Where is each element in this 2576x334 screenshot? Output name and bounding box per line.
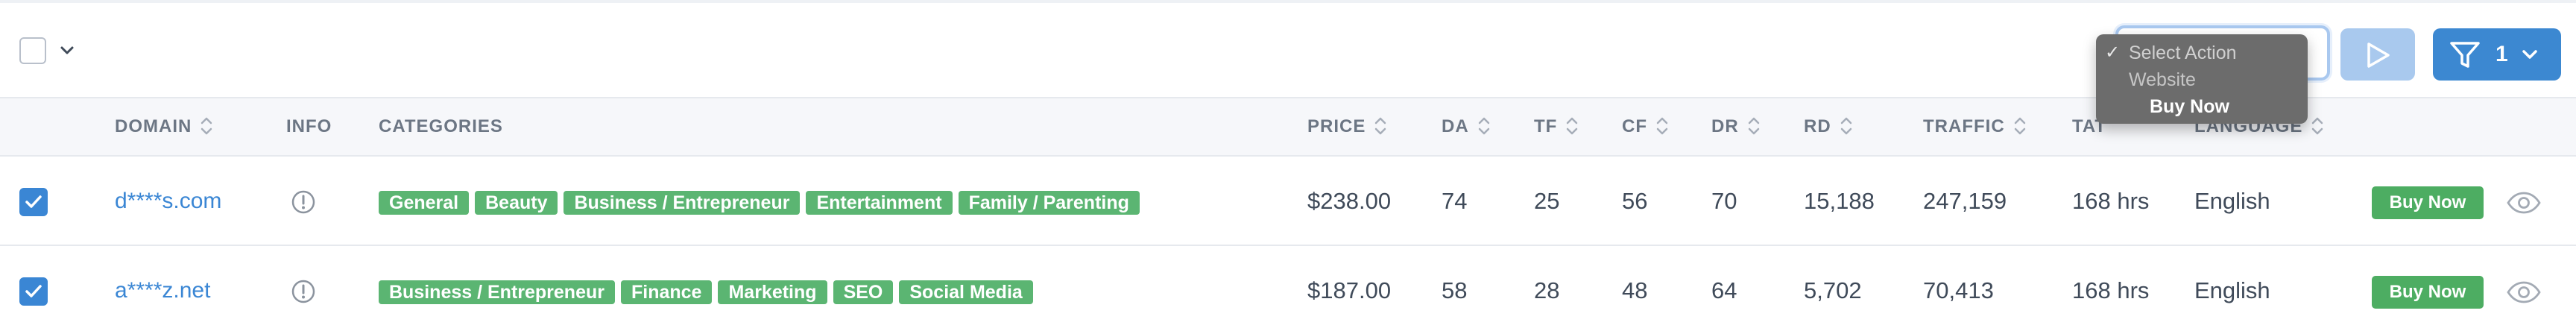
run-action-button[interactable]: [2340, 28, 2415, 81]
column-label: RD: [1804, 116, 1831, 136]
column-label: TRAFFIC: [1923, 116, 2005, 136]
price-value: $238.00: [1307, 188, 1392, 214]
column-label: INFO: [286, 116, 332, 136]
dr-value: 70: [1711, 188, 1737, 214]
table-row: a****z.net Business / Entrepreneur Finan…: [0, 246, 2576, 334]
da-value: 58: [1442, 277, 1468, 303]
buy-now-button[interactable]: Buy Now: [2372, 186, 2484, 219]
column-tf[interactable]: TF: [1534, 98, 1578, 155]
filter-count: 1: [2496, 42, 2508, 66]
column-label: CF: [1622, 116, 1647, 136]
column-traffic[interactable]: TRAFFIC: [1923, 98, 2026, 155]
column-da[interactable]: DA: [1442, 98, 1490, 155]
sort-icon: [1656, 117, 1668, 134]
sort-icon: [2014, 117, 2025, 134]
cf-value: 48: [1622, 277, 1648, 303]
cf-value: 56: [1622, 188, 1648, 214]
tat-value: 168 hrs: [2072, 188, 2150, 214]
category-tag: Beauty: [475, 191, 558, 215]
column-info: INFO: [286, 98, 332, 155]
select-all-checkbox[interactable]: [19, 37, 46, 64]
column-categories: CATEGORIES: [379, 98, 503, 155]
rd-value: 15,188: [1804, 188, 1875, 214]
checkmark-icon: [25, 285, 42, 297]
category-tag: General: [379, 191, 470, 215]
eye-icon[interactable]: [2506, 191, 2542, 215]
price-value: $187.00: [1307, 277, 1392, 303]
sort-icon: [1748, 117, 1759, 134]
category-tag: SEO: [833, 280, 894, 304]
chevron-down-icon: [2522, 50, 2537, 59]
category-tag: Social Media: [899, 280, 1033, 304]
category-tags: General Beauty Business / Entrepreneur E…: [379, 191, 1140, 215]
sort-icon: [1567, 117, 1578, 134]
sort-icon: [201, 117, 212, 134]
traffic-value: 247,159: [1923, 188, 2007, 214]
category-tag: Business / Entrepreneur: [564, 191, 801, 215]
category-tag: Finance: [620, 280, 713, 304]
filter-button[interactable]: 1: [2433, 28, 2561, 81]
column-label: PRICE: [1307, 116, 1366, 136]
menu-item-select-action[interactable]: Select Action: [2129, 42, 2237, 64]
column-label: DA: [1442, 116, 1469, 136]
menu-item-buy-now[interactable]: Buy Now: [2150, 95, 2229, 118]
tat-value: 168 hrs: [2072, 277, 2150, 303]
chevron-down-icon[interactable]: [58, 41, 76, 59]
domain-link[interactable]: d****s.com: [115, 188, 221, 215]
column-domain[interactable]: DOMAIN: [115, 98, 212, 155]
row-checkbox[interactable]: [19, 188, 48, 216]
category-tags: Business / Entrepreneur Finance Marketin…: [379, 280, 1033, 304]
domain-marketplace-table: 1 ✓ Select Action Website Buy Now DOMAIN…: [0, 0, 2576, 334]
column-price[interactable]: PRICE: [1307, 98, 1386, 155]
filter-icon: [2450, 42, 2480, 68]
tf-value: 28: [1534, 277, 1560, 303]
sort-icon: [1478, 117, 1489, 134]
column-dr[interactable]: DR: [1711, 98, 1760, 155]
language-value: English: [2194, 277, 2270, 303]
rd-value: 5,702: [1804, 277, 1862, 303]
column-rd[interactable]: RD: [1804, 98, 1852, 155]
menu-item-website[interactable]: Website: [2129, 69, 2196, 91]
sort-icon: [1840, 117, 1852, 134]
category-tag: Business / Entrepreneur: [379, 280, 615, 304]
category-tag: Family / Parenting: [958, 191, 1140, 215]
buy-now-button[interactable]: Buy Now: [2372, 276, 2484, 309]
sort-icon: [2312, 117, 2323, 134]
column-cf[interactable]: CF: [1622, 98, 1668, 155]
eye-icon[interactable]: [2506, 280, 2542, 304]
bulk-action-menu: ✓ Select Action Website Buy Now: [2096, 34, 2308, 124]
checkmark-icon: [25, 195, 42, 208]
info-icon[interactable]: [291, 279, 316, 304]
info-icon[interactable]: [291, 189, 316, 215]
play-icon: [2367, 42, 2390, 68]
dr-value: 64: [1711, 277, 1737, 303]
column-label: DOMAIN: [115, 116, 192, 136]
language-value: English: [2194, 188, 2270, 214]
row-checkbox[interactable]: [19, 277, 48, 306]
column-label: DR: [1711, 116, 1739, 136]
tf-value: 25: [1534, 188, 1560, 214]
category-tag: Entertainment: [806, 191, 953, 215]
column-label: TF: [1534, 116, 1558, 136]
checkmark-icon: ✓: [2105, 42, 2121, 63]
column-label: CATEGORIES: [379, 116, 503, 136]
table-row: d****s.com General Beauty Business / Ent…: [0, 157, 2576, 246]
category-tag: Marketing: [718, 280, 827, 304]
sort-icon: [1375, 117, 1386, 134]
domain-link[interactable]: a****z.net: [115, 277, 210, 304]
da-value: 74: [1442, 188, 1468, 214]
traffic-value: 70,413: [1923, 277, 1994, 303]
